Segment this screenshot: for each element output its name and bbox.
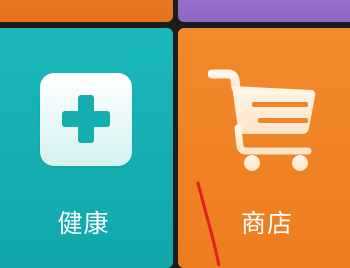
app-tile-top-left[interactable] <box>0 0 173 22</box>
app-tile-store[interactable]: 商店 <box>178 28 350 268</box>
shopping-cart-icon <box>208 69 316 171</box>
tile-label-health: 健康 <box>57 209 110 238</box>
tile-label-store: 商店 <box>240 209 293 238</box>
app-tile-top-right[interactable] <box>178 0 350 22</box>
plus-icon <box>40 73 132 166</box>
app-tile-health[interactable]: 健康 <box>0 28 173 268</box>
